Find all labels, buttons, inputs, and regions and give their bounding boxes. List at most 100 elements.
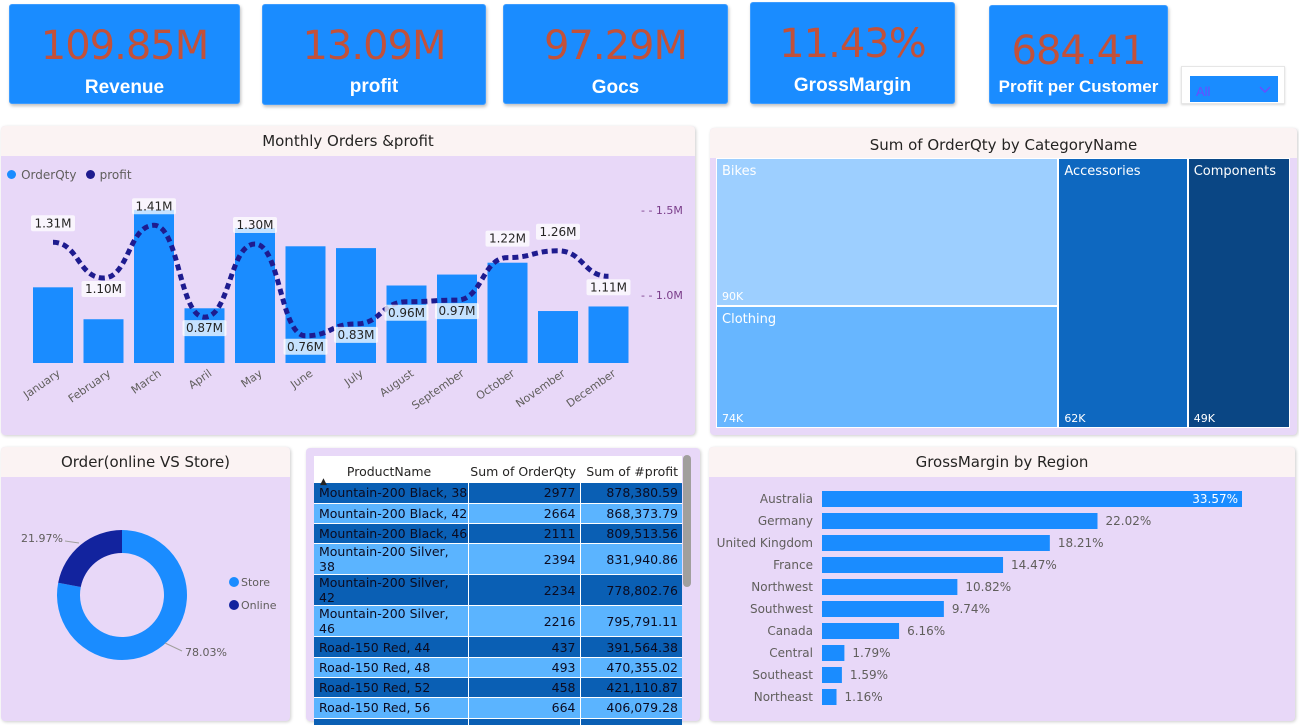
kpi-profit-per-customer: 684.41 Profit per Customer [989,5,1168,104]
y-tick-label: Southwest [750,602,813,616]
table-row[interactable]: Road-150 Red, 56 664 406,079.28 [314,697,682,719]
order-channel-panel: Order(online VS Store) 78.03% 21.97% Store… [1,447,290,721]
region-margin-panel: GrossMargin by Region Australia 33.57% Ger… [709,447,1295,721]
bar-orderqty[interactable] [83,319,124,363]
product-name-cell: Road-150 Red, 52 [314,677,468,699]
region-bar[interactable] [822,623,900,639]
region-bar[interactable] [822,535,1050,551]
data-label: 1.16% [845,690,883,704]
orderqty-cell: 458 [467,677,580,699]
region-bar[interactable] [822,667,842,683]
product-name-cell: Road-150 Red, 48 [314,657,468,678]
column-header[interactable]: Sum of OrderQty [468,456,580,483]
y-tick-label: Southeast [752,668,813,682]
column-header-label: ProductName [346,463,432,479]
bar-orderqty[interactable] [33,287,73,363]
kpi-value: 684.41 [1011,28,1147,74]
kpi-label: Gocs [591,77,640,98]
svg-text:1.11M: 1.11M [590,280,627,294]
data-label: 18.21% [1058,536,1104,550]
bar-orderqty[interactable] [386,285,427,364]
treemap-tile[interactable]: Accessories 62K [1058,158,1188,428]
profit-cell: 878,380.59 [579,483,682,504]
donut-slice-online[interactable] [58,530,122,588]
treemap-tile[interactable]: Clothing 74K [716,306,1059,428]
x-tick-label: January [20,367,63,402]
x-tick-label: September [409,367,467,413]
orderqty-cell: 493 [467,657,580,678]
product-name-cell: Mountain-200 Silver, 38 [314,543,468,576]
legend-dot-icon [229,600,239,610]
treemap-tile[interactable]: Components 49K [1187,158,1290,428]
tile-value: 49K [1193,412,1215,425]
orderqty-cell: 2664 [467,503,580,525]
product-name-cell: Mountain-200 Black, 46 [314,523,468,545]
bar-orderqty[interactable] [538,311,578,363]
slicer-value: All [1196,84,1211,99]
data-label: 0.97M [435,303,479,320]
column-header[interactable]: ▲ ProductName [314,456,468,487]
tile-label: Clothing [722,312,777,328]
total-cell: 8,639,623.91 [579,718,682,725]
table-row[interactable]: Mountain-200 Silver, 38 2394 831,940.86 [314,543,682,576]
x-tick-label: July [341,367,366,390]
region-bar[interactable] [822,689,837,705]
region-bar[interactable] [822,491,1242,507]
x-tick-label: May [239,367,265,391]
tile-label: Accessories [1064,164,1141,179]
column-header[interactable]: Sum of #profit [580,456,682,483]
data-label: 1.11M [586,279,631,296]
monthly-orders-profit-panel: Monthly Orders &profit OrderQty profit -… [1,126,695,435]
table-row[interactable]: Road-150 Red, 52 458 421,110.87 [314,677,682,699]
treemap-tile[interactable]: Bikes 90K [716,158,1059,307]
product-table-panel: ▲ ProductName Sum of OrderQty Sum of #pr… [306,448,700,725]
table-row[interactable]: Road-150 Red, 48 493 470,355.02 [314,657,682,678]
svg-text:1.31M: 1.31M [34,216,71,230]
y-tick-label: Northwest [751,580,813,594]
table-row[interactable]: Mountain-200 Black, 42 2664 868,373.79 [314,503,682,525]
panel-title: Sum of OrderQty by CategoryName [710,128,1297,158]
data-label: 22.02% [1105,514,1151,528]
bar-orderqty[interactable] [235,228,275,363]
data-label: 0.76M [283,338,328,355]
kpi-label: profit [349,76,399,97]
table-row[interactable]: Road-150 Red, 44 437 391,564.38 [314,636,682,658]
table-row[interactable]: Mountain-200 Silver, 46 2216 795,791.11 [314,605,682,638]
x-tick-label: November [513,367,568,411]
kpi-value: 109.85M [40,23,209,69]
x-tick-label: June [287,367,315,392]
table-scrollbar[interactable] [683,455,691,587]
slicer-dropdown[interactable]: All [1190,76,1278,102]
orderqty-cell: 437 [467,636,580,658]
orderqty-cell: 2394 [467,543,580,576]
bar-orderqty[interactable] [588,306,629,363]
region-bar-chart: Australia 33.57% Germany 22.02% United Kingd… [717,491,1242,705]
data-label: 14.47% [1011,558,1057,572]
region-bar[interactable] [822,513,1098,529]
y-tick-label: France [773,558,813,572]
x-tick-label: April [186,367,214,392]
table-row[interactable]: Mountain-200 Black, 38 2977 878,380.59 [314,483,682,504]
data-label: 1.41M [132,198,176,215]
product-name-cell: Mountain-200 Black, 38 [314,483,468,504]
region-bar[interactable] [822,601,944,617]
orderqty-cell: 2111 [467,523,580,545]
region-bar[interactable] [822,579,958,595]
product-name-cell: Road-150 Red, 44 [314,636,468,658]
x-tick-label: March [129,367,164,397]
tile-label: Bikes [722,164,757,179]
product-name-cell: Mountain-200 Silver, 42 [314,574,468,607]
leader-line [64,540,80,544]
region-bar[interactable] [822,645,845,661]
bar-orderqty[interactable] [487,262,528,363]
bar-orderqty[interactable] [336,248,376,363]
monthly-combo-chart: - - 1.5M - - 1.0M January February March Apri… [20,198,683,413]
filter-slicer[interactable]: All [1181,66,1285,104]
table-row[interactable]: Mountain-200 Black, 46 2111 809,513.56 [314,523,682,545]
table-row[interactable]: Mountain-200 Silver, 42 2234 778,802.76 [314,574,682,607]
kpi-revenue: 109.85M Revenue [9,4,240,104]
data-label: 0.96M [384,304,429,321]
region-bar[interactable] [822,557,1004,573]
svg-text:1.30M: 1.30M [236,218,273,232]
kpi-label: Profit per Customer [998,77,1159,96]
